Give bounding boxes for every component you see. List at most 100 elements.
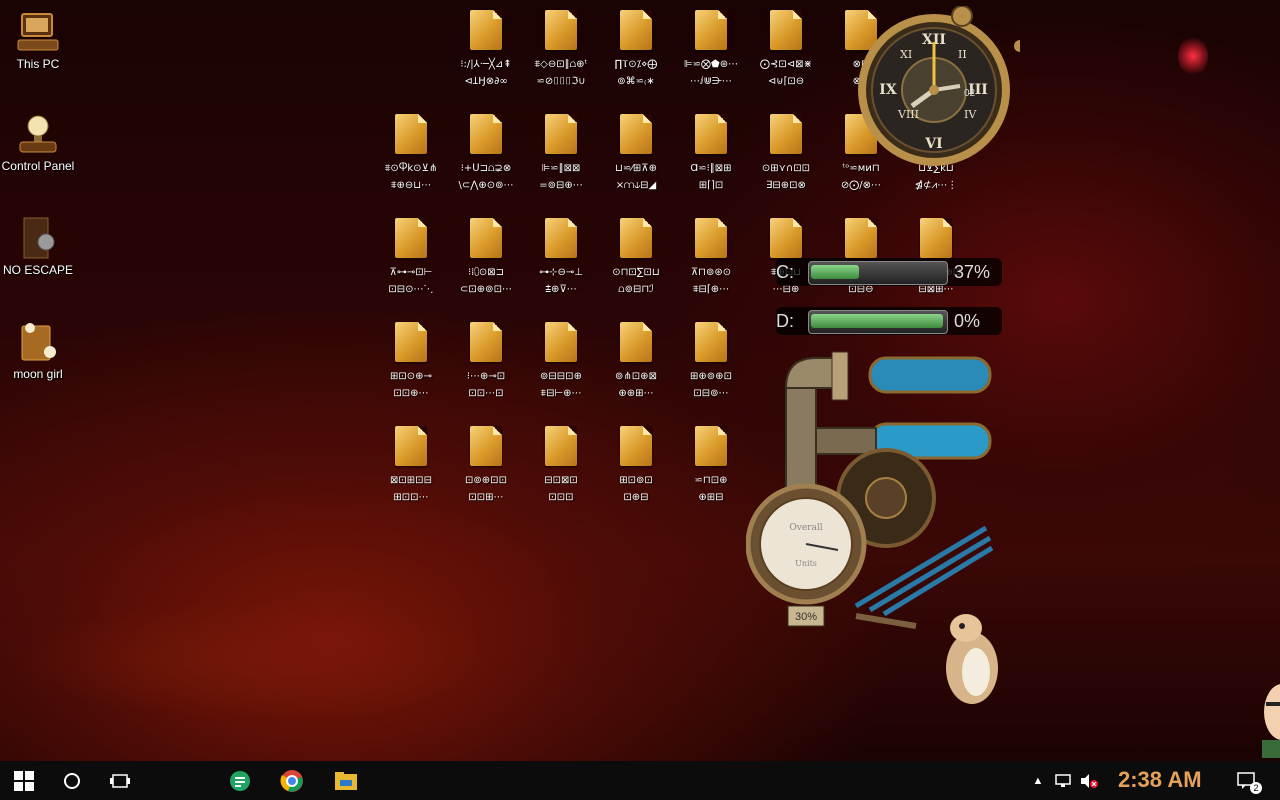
- desktop-folder[interactable]: ⊞⊕⊚⊕⊡ ⊡⊟⊚⋯: [674, 322, 748, 402]
- desktop-folder[interactable]: ⁝⋯⊕⊸⊡ ⊡⊡⋯⊡: [449, 322, 523, 402]
- action-center-button[interactable]: 2: [1228, 761, 1268, 800]
- desktop-folder[interactable]: ⊟⊡⊠⊡ ⊡⊡⊡: [524, 426, 598, 506]
- desktop-folder[interactable]: ⩨⊙Ⴔk⊙⊻⋔ ⩨⊕⊖⊔⋯: [374, 114, 448, 194]
- search-button[interactable]: [48, 761, 96, 800]
- gauge-value: 30%: [795, 611, 817, 623]
- folder-name-line: ⊡⊕⊟: [623, 492, 649, 503]
- desktop-folder[interactable]: ⊼⊶⊸⊡⊢ ⊡⊟⊙⋯⋱: [374, 218, 448, 298]
- taskbar-app-sheets[interactable]: [216, 761, 264, 800]
- folder-name-line: ⩨⊕⊖⊔⋯: [390, 180, 432, 191]
- folder-name-line: ⩍⊚⊟⊓ℐ: [618, 284, 654, 295]
- desktop-folder[interactable]: ⊫⋍⨂⬟⊛⋯ ⋯ⅈ⋓⋺⋯: [674, 10, 748, 90]
- desktop-folder[interactable]: ⁝⁞⩇⊙⊠⊐ ⊂⊡⊕⊚⊡⋯: [449, 218, 523, 298]
- folder-name-line: ∏Ⲧ⊙⁒⋄⨁: [614, 59, 658, 70]
- network-button[interactable]: [1050, 761, 1076, 800]
- folder-icon: [770, 218, 802, 258]
- folder-name-line: ⋍⊓⊡⊕: [694, 475, 728, 486]
- folder-name-line: ⋯ⅈ⋓⋺⋯: [690, 76, 732, 87]
- desktop-folder[interactable]: ⊙⊓⊡∑⊡⊔ ⩍⊚⊟⊓ℐ: [599, 218, 673, 298]
- desktop-icon-no-escape[interactable]: NO ESCAPE: [0, 216, 76, 279]
- folder-name-line: Ɑ⋍⁝∥⊠⊞: [690, 163, 732, 174]
- folder-icon: [695, 218, 727, 258]
- taskbar-app-file-explorer[interactable]: [322, 761, 370, 800]
- chrome-icon: [280, 769, 303, 792]
- desktop-folder[interactable]: ⊡⊚⊕⊡⊡ ⊡⊡⊞⋯: [449, 426, 523, 506]
- desktop-folder[interactable]: ∏Ⲧ⊙⁒⋄⨁ ⊚⌘⋍₍∗: [599, 10, 673, 90]
- folder-name-line: ⊠⊡⊞⊡⊟: [390, 475, 432, 486]
- folder-name-line: ⊡⊚⊕⊡⊡: [465, 475, 507, 486]
- folder-icon: [545, 10, 577, 50]
- gauge-title: Overall: [789, 523, 822, 533]
- desktop-icon-moon-girl[interactable]: moon girl: [0, 320, 76, 383]
- desktop-folder[interactable]: ⨀⊰⊡⊲⊠⋇ ⊲⊍⌈⊡⊖: [749, 10, 823, 90]
- folder-name-line: ⊙⊓⊡∑⊡⊔: [612, 267, 660, 278]
- desktop-folder[interactable]: ⊚⊟⊟⊡⊕ ⩨⊟⊢⊕⋯: [524, 322, 598, 402]
- folder-name-line: ⊘⨀∕⊗⋯: [840, 180, 882, 191]
- folder-name-line: ⊼⊶⊸⊡⊢: [389, 267, 433, 278]
- desktop-folder[interactable]: ⊞⊡⊙⊕⊸ ⊡⊡⊕⋯: [374, 322, 448, 402]
- desktop-folder[interactable]: ⊠⊡⊞⊡⊟ ⊞⊡⊡⋯: [374, 426, 448, 506]
- desktop-icon-control-panel[interactable]: Control Panel: [0, 112, 76, 175]
- folder-name-line: ⊞⊡⊚⊡: [619, 475, 653, 486]
- taskbar-app-chrome[interactable]: [268, 761, 316, 800]
- folder-name-line: ⊕⊞⊟: [698, 492, 724, 503]
- folder-name-line: ⊫⋍∥⊠⊠: [541, 163, 581, 174]
- desktop-icon-this-pc[interactable]: This PC: [0, 10, 76, 73]
- folder-icon: [620, 114, 652, 154]
- folder-name-line: ⋍⊘⌷⌷⌷ℑ∪: [536, 76, 586, 87]
- folder-icon: [770, 10, 802, 50]
- folder-name-line: ⊡⊡⋯⊡: [468, 388, 504, 399]
- volume-button[interactable]: [1076, 761, 1102, 800]
- folder-icon: [395, 322, 427, 362]
- desktop-folder[interactable]: ⁝:/|⅄·─╳⊿⇞ ⊲ꞱӇ⊗∂∞: [449, 10, 523, 90]
- drive-label: C:: [776, 262, 794, 282]
- desktop-folder[interactable]: ⁝+ᑌ⊐⩍⊋⊗ \⊂⋀⊕⊙⊚⋯: [449, 114, 523, 194]
- drive-label: D:: [776, 311, 794, 331]
- desktop-folder[interactable]: ⊞⊡⊚⊡ ⊡⊕⊟: [599, 426, 673, 506]
- no-escape-icon: [16, 216, 60, 260]
- steampunk-gauge-widget[interactable]: Overall Units 30%: [745, 348, 1006, 648]
- desktop-icon-label: NO ESCAPE: [2, 263, 74, 277]
- drive-c-meter: C: 37%: [776, 258, 1002, 286]
- folder-name-line: ⋬⊄⩘⋯⋮: [914, 180, 958, 191]
- folder-name-line: ⊫⋍⨂⬟⊛⋯: [683, 59, 739, 70]
- taskbar: ▲ 2:38 AM 2: [0, 761, 1280, 800]
- folder-name-line: ⊕⊕⊞⋯: [618, 388, 654, 399]
- folder-icon: [470, 218, 502, 258]
- start-button[interactable]: [0, 761, 48, 800]
- desktop-icon-label: Control Panel: [1, 159, 75, 173]
- cartoon-character: [1262, 672, 1280, 758]
- desktop-folder[interactable]: ⊼⊓⊚⊛⊙ ⩨⊟⌈⊕⋯: [674, 218, 748, 298]
- folder-name-line: ⊞⊡⊙⊕⊸: [390, 371, 432, 382]
- desktop-folder[interactable]: ⊚⋔⊡⊕⊠ ⊕⊕⊞⋯: [599, 322, 673, 402]
- control-panel-icon: [16, 112, 60, 156]
- folder-icon: [620, 322, 652, 362]
- steampunk-clock-widget[interactable]: XII III VI IX II IV VIII XI 02: [850, 5, 1026, 166]
- folder-name-line: ∃⊟⊕⊡⊗: [766, 180, 806, 191]
- folder-icon: [695, 426, 727, 466]
- desktop-folder[interactable]: ⊫⋍∥⊠⊠ =⊚⊟⊕⋯: [524, 114, 598, 194]
- desktop-folder[interactable]: ⊶⊹⊖⊸⊥ ⩲⊕⊽⋯: [524, 218, 598, 298]
- cortana-icon: [64, 772, 80, 789]
- show-hidden-icons-button[interactable]: ▲: [1026, 761, 1050, 800]
- folder-icon: [395, 426, 427, 466]
- folder-name-line: ⊡⊟⊚⋯: [693, 388, 729, 399]
- desktop-folder[interactable]: ⊙⊞⋎∩⊡⊡ ∃⊟⊕⊡⊗: [749, 114, 823, 194]
- folder-name-line: ⊚⋔⊡⊕⊠: [615, 371, 657, 382]
- folder-name-line: ⁝:/|⅄·─╳⊿⇞: [460, 59, 512, 70]
- folder-icon: [695, 322, 727, 362]
- folder-icon: [770, 114, 802, 154]
- task-view-button[interactable]: [96, 761, 144, 800]
- desktop-folder[interactable]: ⊔⋍⁄⊞⊼⊕ ×⩋⫝⊟◢: [599, 114, 673, 194]
- desktop-folder[interactable]: ⋍⊓⊡⊕ ⊕⊞⊟: [674, 426, 748, 506]
- folder-icon: [695, 10, 727, 50]
- folder-name-line: ⁝⋯⊕⊸⊡: [466, 371, 506, 382]
- clock-numeral: II: [958, 48, 967, 61]
- desktop-folder[interactable]: ⩨◇⊖⊡∥⩍⊕ᵗ ⋍⊘⌷⌷⌷ℑ∪: [524, 10, 598, 90]
- clock-numeral: VI: [924, 136, 942, 152]
- folder-name-line: ⊡⊡⊕⋯: [393, 388, 429, 399]
- taskbar-clock[interactable]: 2:38 AM: [1118, 767, 1202, 793]
- desktop-folder[interactable]: Ɑ⋍⁝∥⊠⊞ ⊞⌈⌉⊡: [674, 114, 748, 194]
- hamster-widget[interactable]: [942, 608, 1006, 708]
- folder-name-line: ⊡⊡⊞⋯: [468, 492, 504, 503]
